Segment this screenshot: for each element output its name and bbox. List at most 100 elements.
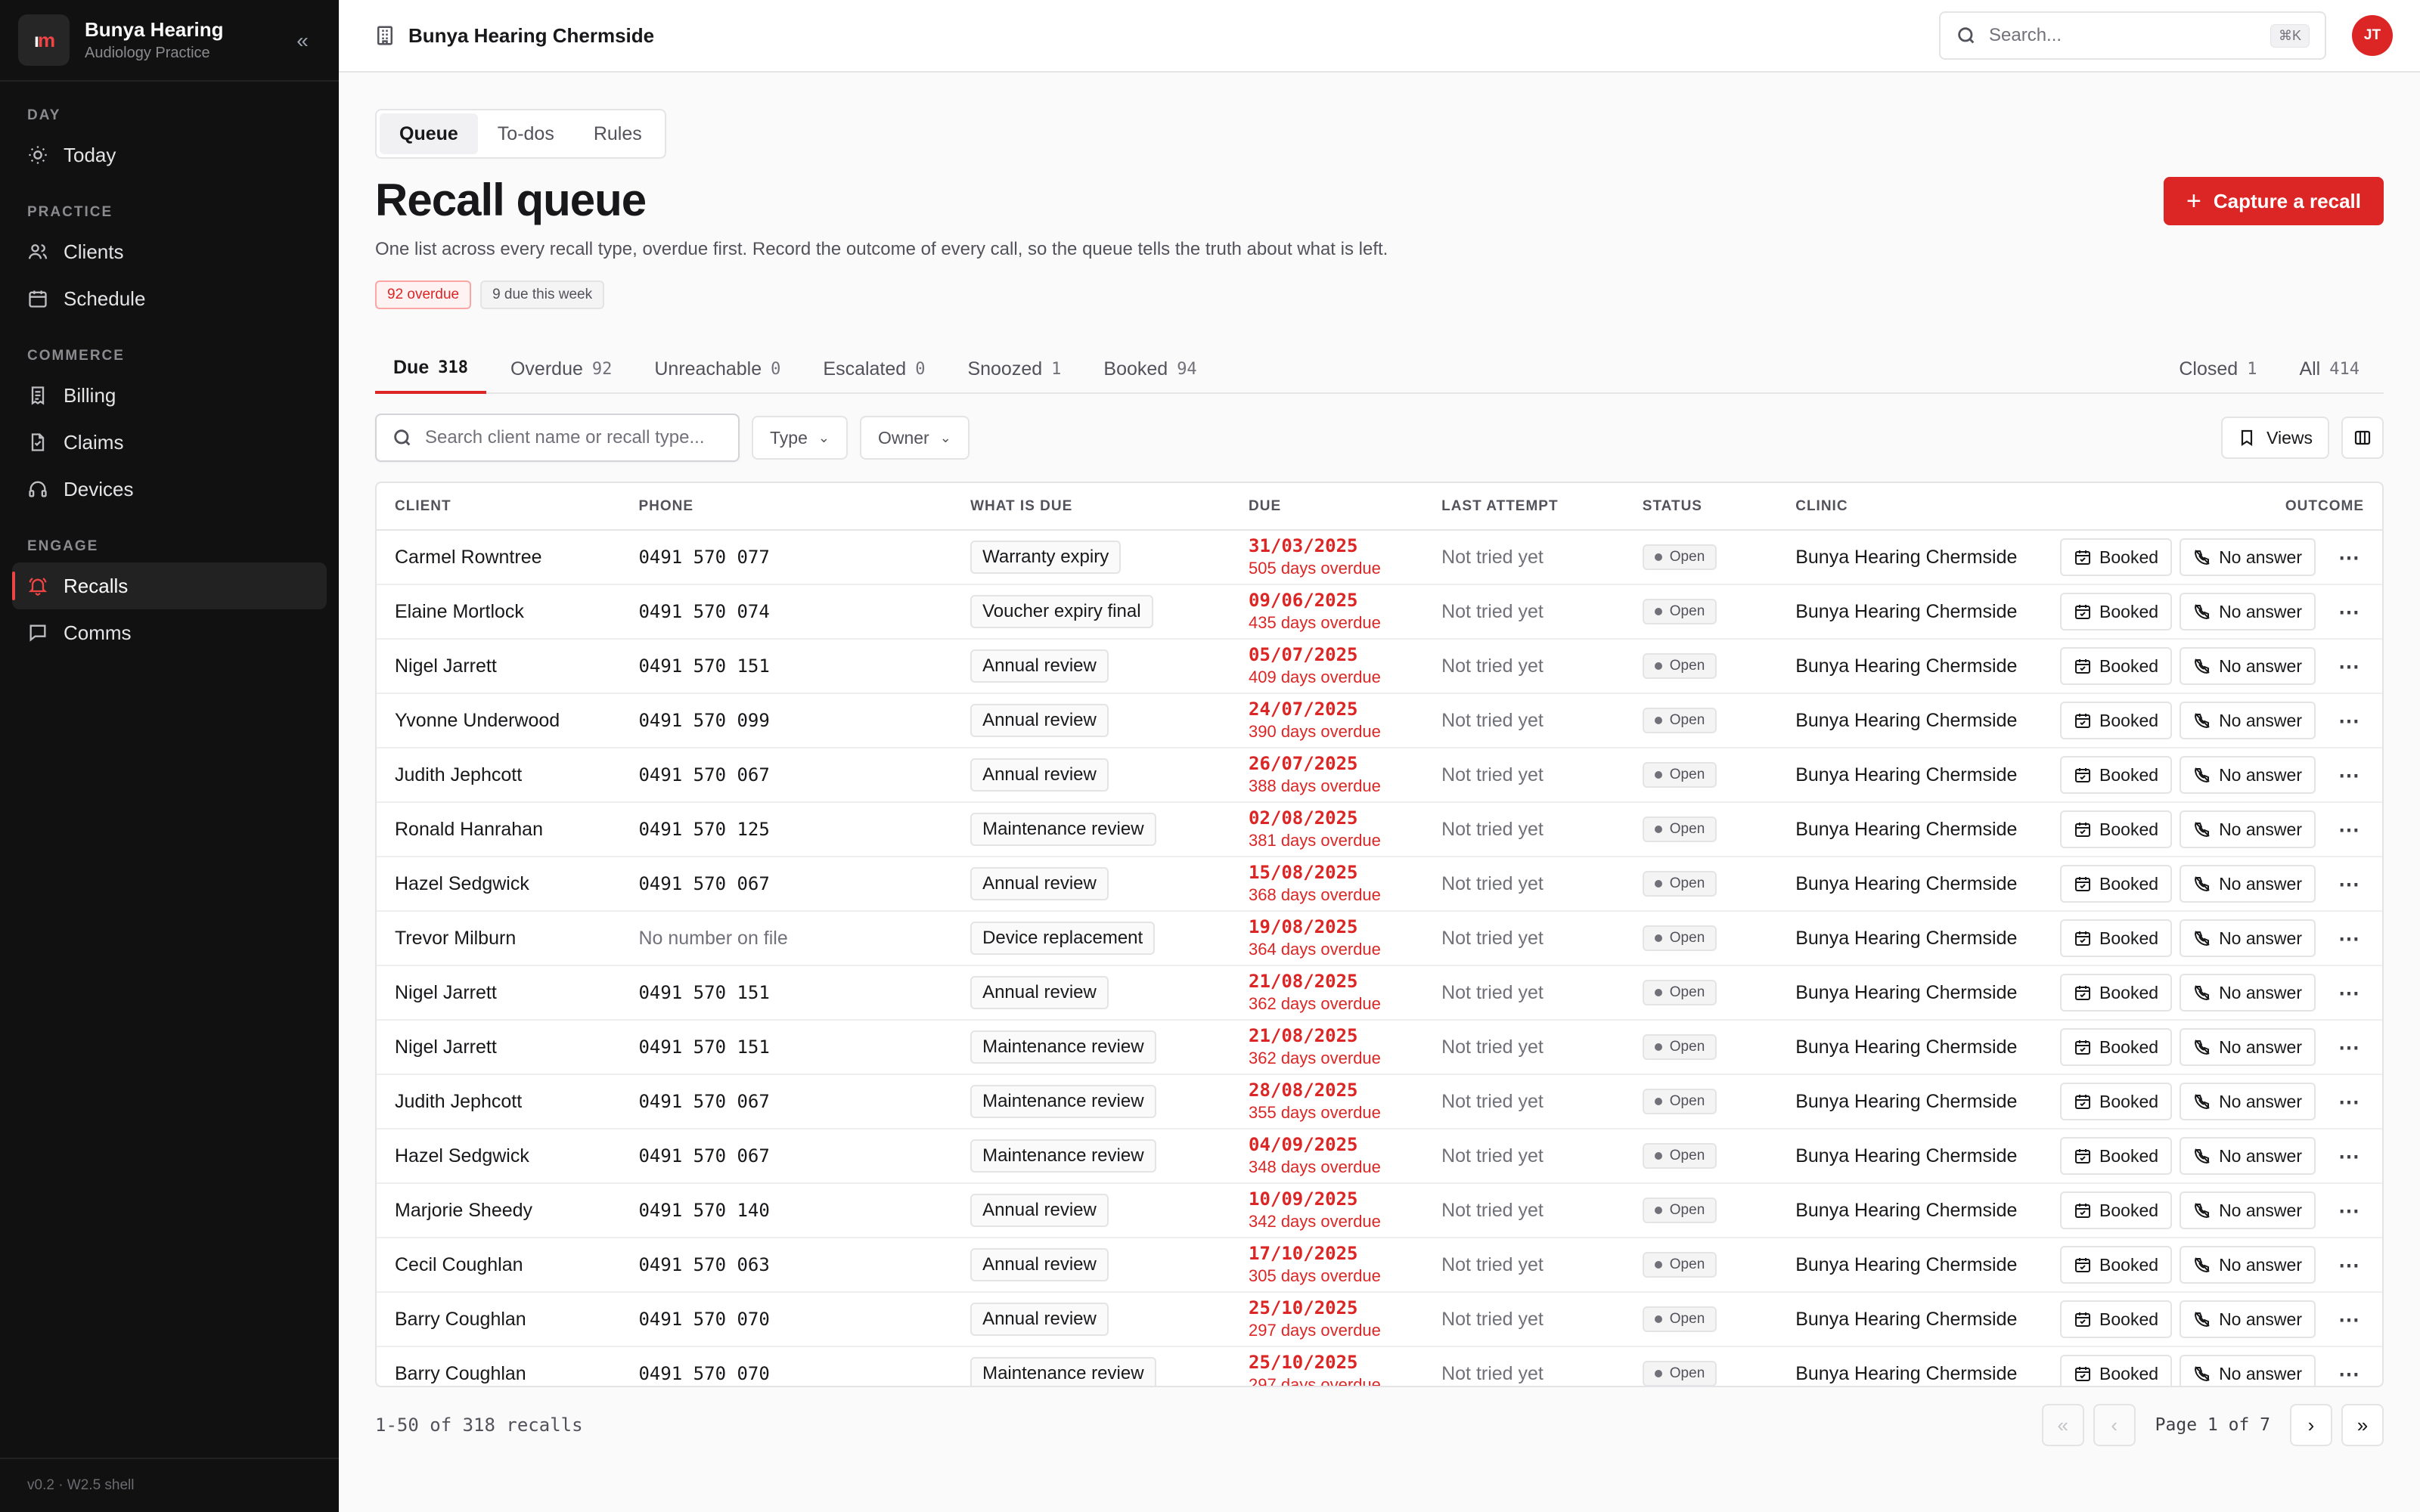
table-row[interactable]: Marjorie Sheedy 0491 570 140 Annual revi… xyxy=(377,1183,2382,1238)
booked-button[interactable]: Booked xyxy=(2060,1246,2173,1284)
first-page-button[interactable]: « xyxy=(2041,1404,2084,1446)
column-header-clinic[interactable]: CLINIC xyxy=(1777,483,2043,531)
more-actions-icon[interactable]: ⋯ xyxy=(2334,1198,2364,1223)
table-row[interactable]: Nigel Jarrett 0491 570 151 Maintenance r… xyxy=(377,1020,2382,1075)
column-header-what-is-due[interactable]: WHAT IS DUE xyxy=(952,483,1230,531)
table-row[interactable]: Ronald Hanrahan 0491 570 125 Maintenance… xyxy=(377,802,2382,857)
no-answer-button[interactable]: No answer xyxy=(2180,702,2316,739)
booked-button[interactable]: Booked xyxy=(2060,1083,2173,1120)
columns-button[interactable] xyxy=(2341,417,2384,459)
booked-button[interactable]: Booked xyxy=(2060,919,2173,957)
tab-all[interactable]: All 414 xyxy=(2281,344,2378,394)
sidebar-item-schedule[interactable]: Schedule xyxy=(12,275,327,322)
client-name[interactable]: Ronald Hanrahan xyxy=(377,802,621,857)
client-name[interactable]: Nigel Jarrett xyxy=(377,1020,621,1075)
no-answer-button[interactable]: No answer xyxy=(2180,647,2316,685)
table-row[interactable]: Barry Coughlan 0491 570 070 Maintenance … xyxy=(377,1346,2382,1386)
no-answer-button[interactable]: No answer xyxy=(2180,1355,2316,1386)
prev-page-button[interactable]: ‹ xyxy=(2093,1404,2136,1446)
booked-button[interactable]: Booked xyxy=(2060,1300,2173,1338)
client-name[interactable]: Marjorie Sheedy xyxy=(377,1183,621,1238)
table-row[interactable]: Judith Jephcott 0491 570 067 Maintenance… xyxy=(377,1074,2382,1129)
table-row[interactable]: Cecil Coughlan 0491 570 063 Annual revie… xyxy=(377,1238,2382,1293)
no-answer-button[interactable]: No answer xyxy=(2180,865,2316,903)
more-actions-icon[interactable]: ⋯ xyxy=(2334,981,2364,1005)
column-header-phone[interactable]: PHONE xyxy=(620,483,953,531)
segment-todos[interactable]: To-dos xyxy=(478,113,574,154)
tab-booked[interactable]: Booked 94 xyxy=(1085,344,1215,394)
no-answer-button[interactable]: No answer xyxy=(2180,1191,2316,1229)
more-actions-icon[interactable]: ⋯ xyxy=(2334,654,2364,679)
booked-button[interactable]: Booked xyxy=(2060,810,2173,848)
table-row[interactable]: Hazel Sedgwick 0491 570 067 Annual revie… xyxy=(377,857,2382,912)
table-row[interactable]: Trevor Milburn No number on file Device … xyxy=(377,911,2382,966)
no-answer-button[interactable]: No answer xyxy=(2180,1028,2316,1066)
client-name[interactable]: Nigel Jarrett xyxy=(377,965,621,1021)
client-name[interactable]: Carmel Rowntree xyxy=(377,530,621,585)
more-actions-icon[interactable]: ⋯ xyxy=(2334,1307,2364,1332)
more-actions-icon[interactable]: ⋯ xyxy=(2334,600,2364,624)
sidebar-item-devices[interactable]: Devices xyxy=(12,466,327,513)
capture-recall-button[interactable]: + Capture a recall xyxy=(2164,177,2384,225)
table-row[interactable]: Nigel Jarrett 0491 570 151 Annual review… xyxy=(377,965,2382,1021)
sidebar-item-clients[interactable]: Clients xyxy=(12,228,327,275)
tab-closed[interactable]: Closed 1 xyxy=(2161,344,2275,394)
no-answer-button[interactable]: No answer xyxy=(2180,974,2316,1012)
last-page-button[interactable]: » xyxy=(2341,1404,2384,1446)
column-header-due[interactable]: DUE xyxy=(1230,483,1424,531)
booked-button[interactable]: Booked xyxy=(2060,702,2173,739)
no-answer-button[interactable]: No answer xyxy=(2180,593,2316,631)
client-name[interactable]: Hazel Sedgwick xyxy=(377,1129,621,1184)
column-header-last-attempt[interactable]: LAST ATTEMPT xyxy=(1423,483,1624,531)
table-row[interactable]: Carmel Rowntree 0491 570 077 Warranty ex… xyxy=(377,530,2382,585)
no-answer-button[interactable]: No answer xyxy=(2180,1300,2316,1338)
user-avatar[interactable]: JT xyxy=(2352,15,2393,56)
table-row[interactable]: Barry Coughlan 0491 570 070 Annual revie… xyxy=(377,1292,2382,1347)
segment-rules[interactable]: Rules xyxy=(574,113,662,154)
no-answer-button[interactable]: No answer xyxy=(2180,1137,2316,1175)
segment-queue[interactable]: Queue xyxy=(380,113,478,154)
booked-button[interactable]: Booked xyxy=(2060,865,2173,903)
client-name[interactable]: Elaine Mortlock xyxy=(377,584,621,640)
table-row[interactable]: Judith Jephcott 0491 570 067 Annual revi… xyxy=(377,748,2382,803)
tab-due[interactable]: Due 318 xyxy=(375,344,486,394)
booked-button[interactable]: Booked xyxy=(2060,647,2173,685)
client-name[interactable]: Hazel Sedgwick xyxy=(377,857,621,912)
column-header-client[interactable]: CLIENT xyxy=(377,483,621,531)
column-header-status[interactable]: STATUS xyxy=(1624,483,1778,531)
sidebar-item-today[interactable]: Today xyxy=(12,132,327,178)
table-row[interactable]: Yvonne Underwood 0491 570 099 Annual rev… xyxy=(377,693,2382,748)
global-search-input[interactable]: Search... ⌘K xyxy=(1939,11,2326,60)
sidebar-item-claims[interactable]: Claims xyxy=(12,419,327,466)
client-name[interactable]: Judith Jephcott xyxy=(377,748,621,803)
tab-overdue[interactable]: Overdue 92 xyxy=(492,344,630,394)
more-actions-icon[interactable]: ⋯ xyxy=(2334,817,2364,842)
more-actions-icon[interactable]: ⋯ xyxy=(2334,1253,2364,1278)
more-actions-icon[interactable]: ⋯ xyxy=(2334,1144,2364,1169)
table-row[interactable]: Elaine Mortlock 0491 570 074 Voucher exp… xyxy=(377,584,2382,640)
sidebar-item-billing[interactable]: Billing xyxy=(12,372,327,419)
client-name[interactable]: Cecil Coughlan xyxy=(377,1238,621,1293)
client-name[interactable]: Judith Jephcott xyxy=(377,1074,621,1129)
booked-button[interactable]: Booked xyxy=(2060,974,2173,1012)
no-answer-button[interactable]: No answer xyxy=(2180,919,2316,957)
more-actions-icon[interactable]: ⋯ xyxy=(2334,1089,2364,1114)
booked-button[interactable]: Booked xyxy=(2060,756,2173,794)
booked-button[interactable]: Booked xyxy=(2060,1355,2173,1386)
type-filter-dropdown[interactable]: Type ⌄ xyxy=(752,416,848,460)
recall-search-input[interactable]: Search client name or recall type... xyxy=(375,414,740,462)
no-answer-button[interactable]: No answer xyxy=(2180,538,2316,576)
no-answer-button[interactable]: No answer xyxy=(2180,810,2316,848)
booked-button[interactable]: Booked xyxy=(2060,593,2173,631)
tab-snoozed[interactable]: Snoozed 1 xyxy=(949,344,1079,394)
more-actions-icon[interactable]: ⋯ xyxy=(2334,545,2364,570)
booked-button[interactable]: Booked xyxy=(2060,1028,2173,1066)
views-button[interactable]: Views xyxy=(2221,417,2329,459)
more-actions-icon[interactable]: ⋯ xyxy=(2334,926,2364,951)
client-name[interactable]: Trevor Milburn xyxy=(377,911,621,966)
next-page-button[interactable]: › xyxy=(2290,1404,2332,1446)
tab-escalated[interactable]: Escalated 0 xyxy=(805,344,943,394)
booked-button[interactable]: Booked xyxy=(2060,1191,2173,1229)
more-actions-icon[interactable]: ⋯ xyxy=(2334,708,2364,733)
more-actions-icon[interactable]: ⋯ xyxy=(2334,763,2364,788)
